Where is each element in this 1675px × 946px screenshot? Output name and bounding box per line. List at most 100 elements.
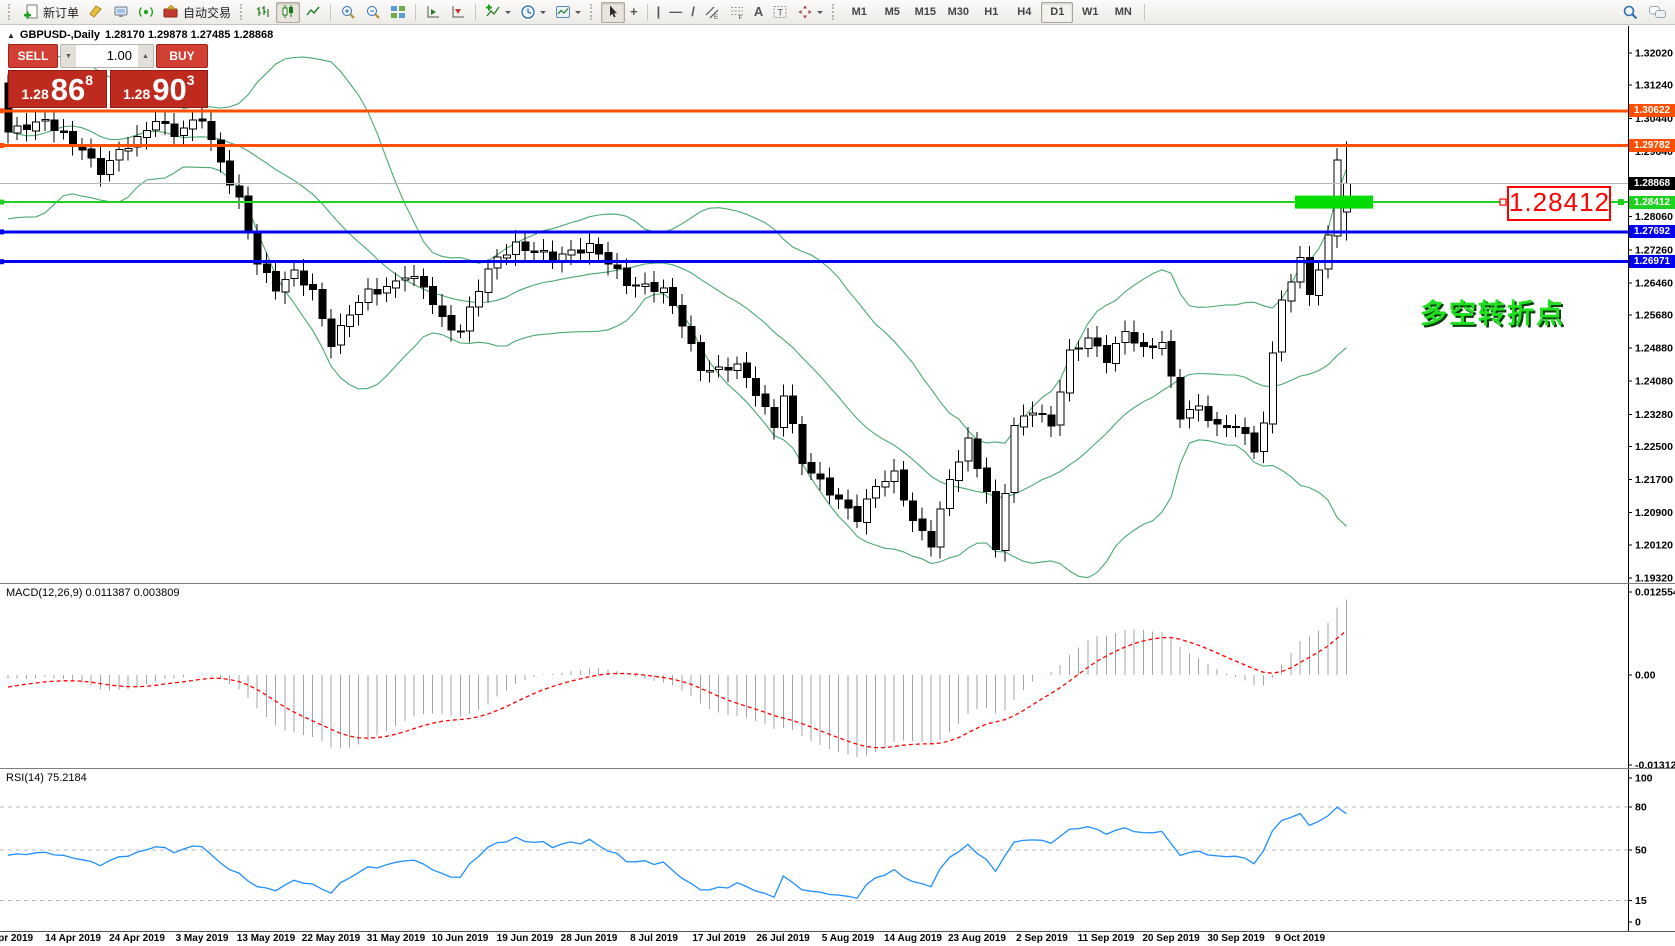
toolbar-separator	[646, 3, 648, 21]
periods-button[interactable]	[516, 2, 550, 23]
timeframe-m30[interactable]: M30	[942, 2, 974, 23]
candle-body	[992, 491, 1001, 551]
sell-button[interactable]: SELL	[8, 44, 58, 68]
volume-increase-button[interactable]: ▲	[138, 45, 153, 67]
ohlc-values: 1.28170 1.29878 1.27485 1.28868	[105, 29, 274, 41]
candlestick-mode-button[interactable]	[276, 1, 301, 23]
toolbar-separator	[415, 3, 417, 21]
timeframe-m1[interactable]: M1	[843, 2, 875, 23]
tile-windows-button[interactable]	[386, 2, 410, 23]
chart-note-annotation[interactable]: 多空转折点	[1420, 292, 1565, 331]
toolbar-separator	[475, 3, 477, 21]
timeframe-m5[interactable]: M5	[876, 2, 908, 23]
main-chart-panel[interactable]: 1.320201.312401.304401.296401.280601.272…	[0, 26, 1675, 583]
timeframe-h4[interactable]: H4	[1008, 2, 1040, 23]
date-label: 4 Apr 2019	[0, 933, 34, 944]
candle-body	[826, 477, 834, 496]
rsi-indicator-panel[interactable]: RSI(14) 75.2184 100 80 50 15 0	[0, 768, 1675, 931]
candle-body	[1232, 426, 1241, 429]
styler-button[interactable]	[84, 2, 108, 23]
line-handle[interactable]	[1499, 198, 1507, 206]
price-callout-box[interactable]: 1.28412	[1507, 186, 1611, 221]
svg-text:1.23280: 1.23280	[1635, 409, 1673, 421]
candle-body	[419, 275, 428, 288]
text-icon: A	[753, 4, 764, 19]
zoom-in-button[interactable]	[336, 2, 360, 23]
templates-button[interactable]	[551, 2, 585, 23]
candle-body	[382, 286, 391, 294]
candle-body	[272, 271, 281, 292]
search-icon	[1623, 5, 1638, 19]
candle-body	[179, 127, 188, 137]
indicators-button[interactable]	[481, 2, 515, 23]
cursor-tool-button[interactable]	[601, 1, 626, 23]
bar-chart-mode-button[interactable]	[251, 2, 275, 23]
candle-body	[835, 494, 844, 500]
label-anchor-handle[interactable]	[1618, 199, 1624, 206]
macd-indicator-panel[interactable]: MACD(12,26,9) 0.011387 0.003809 0.012554…	[0, 583, 1675, 768]
candle-body	[1149, 345, 1157, 349]
sell-price-display[interactable]: 1.28 86 8	[8, 70, 107, 108]
fibonacci-tool-button[interactable]: F	[725, 2, 749, 23]
rsi-canvas: 100 80 50 15 0	[0, 769, 1675, 931]
timeframe-mn[interactable]: MN	[1107, 2, 1139, 23]
candle-body	[355, 301, 364, 315]
rsi-level-lines	[0, 806, 1628, 901]
search-button[interactable]	[1618, 2, 1643, 23]
candle-body	[253, 232, 262, 265]
candle-body	[696, 341, 705, 371]
line-chart-mode-button[interactable]	[301, 2, 325, 23]
timeframe-d1[interactable]: D1	[1041, 1, 1074, 23]
chart-shift-button[interactable]	[446, 2, 470, 23]
collapse-panel-icon[interactable]: ▲	[7, 31, 15, 40]
toolbar-grip	[240, 4, 246, 20]
timeframe-h1[interactable]: H1	[975, 2, 1007, 23]
new-order-label: 新订单	[43, 5, 80, 20]
buy-price-display[interactable]: 1.28 90 3	[109, 70, 208, 108]
new-order-button[interactable]: 新订单	[19, 2, 83, 23]
time-axis[interactable]: 4 Apr 2019 14 Apr 2019 24 Apr 2019 3 May 20…	[0, 931, 1675, 946]
candle-body	[512, 241, 521, 255]
signal-icon	[139, 7, 153, 17]
buy-button[interactable]: BUY	[156, 44, 208, 68]
trendline-tool-button[interactable]: /	[687, 2, 699, 23]
autotrading-button[interactable]: 自动交易	[159, 2, 235, 23]
candle-body	[1278, 299, 1287, 353]
chat-button[interactable]	[1644, 2, 1671, 23]
text-tool-button[interactable]: A	[750, 2, 767, 23]
channel-tool-button[interactable]: E	[700, 2, 724, 23]
candle-body	[1084, 337, 1093, 350]
candle-body	[1121, 330, 1130, 343]
candle-body	[927, 530, 936, 548]
timeframe-w1[interactable]: W1	[1074, 2, 1106, 23]
strategy-tester-button[interactable]	[134, 2, 158, 23]
candle-body	[318, 288, 327, 319]
highlight-rectangle[interactable]	[1295, 195, 1373, 209]
candle-body	[1102, 345, 1111, 363]
arrows-tool-button[interactable]	[793, 2, 827, 23]
zoom-out-button[interactable]	[361, 2, 385, 23]
text-label-tool-button[interactable]: T	[768, 2, 792, 23]
vertical-line-tool-button[interactable]: |	[653, 2, 665, 23]
candle-body	[447, 314, 456, 331]
date-label: 28 Jun 2019	[560, 933, 618, 944]
svg-text:E: E	[714, 14, 719, 20]
candle-body	[69, 131, 78, 145]
candle-body	[336, 324, 345, 346]
svg-text:1.19320: 1.19320	[1635, 573, 1673, 584]
volume-value[interactable]: 1.00	[76, 45, 138, 67]
candle-body	[1038, 412, 1047, 416]
current-price-tag: 1.28868	[1629, 177, 1675, 190]
volume-decrease-button[interactable]: ▼	[61, 45, 76, 67]
terminal-button[interactable]	[109, 2, 133, 23]
date-label: 10 Jun 2019	[431, 933, 489, 944]
timeframe-m15[interactable]: M15	[909, 2, 941, 23]
candle-body	[807, 461, 816, 474]
crosshair-tool-button[interactable]: +	[626, 2, 642, 23]
auto-scroll-button[interactable]	[421, 2, 445, 23]
candle-body	[392, 280, 401, 289]
candle-body	[964, 437, 973, 462]
date-label: 19 Jun 2019	[496, 933, 554, 944]
horizontal-line-tool-button[interactable]: —	[665, 2, 686, 23]
crosshair-icon: +	[630, 4, 638, 19]
